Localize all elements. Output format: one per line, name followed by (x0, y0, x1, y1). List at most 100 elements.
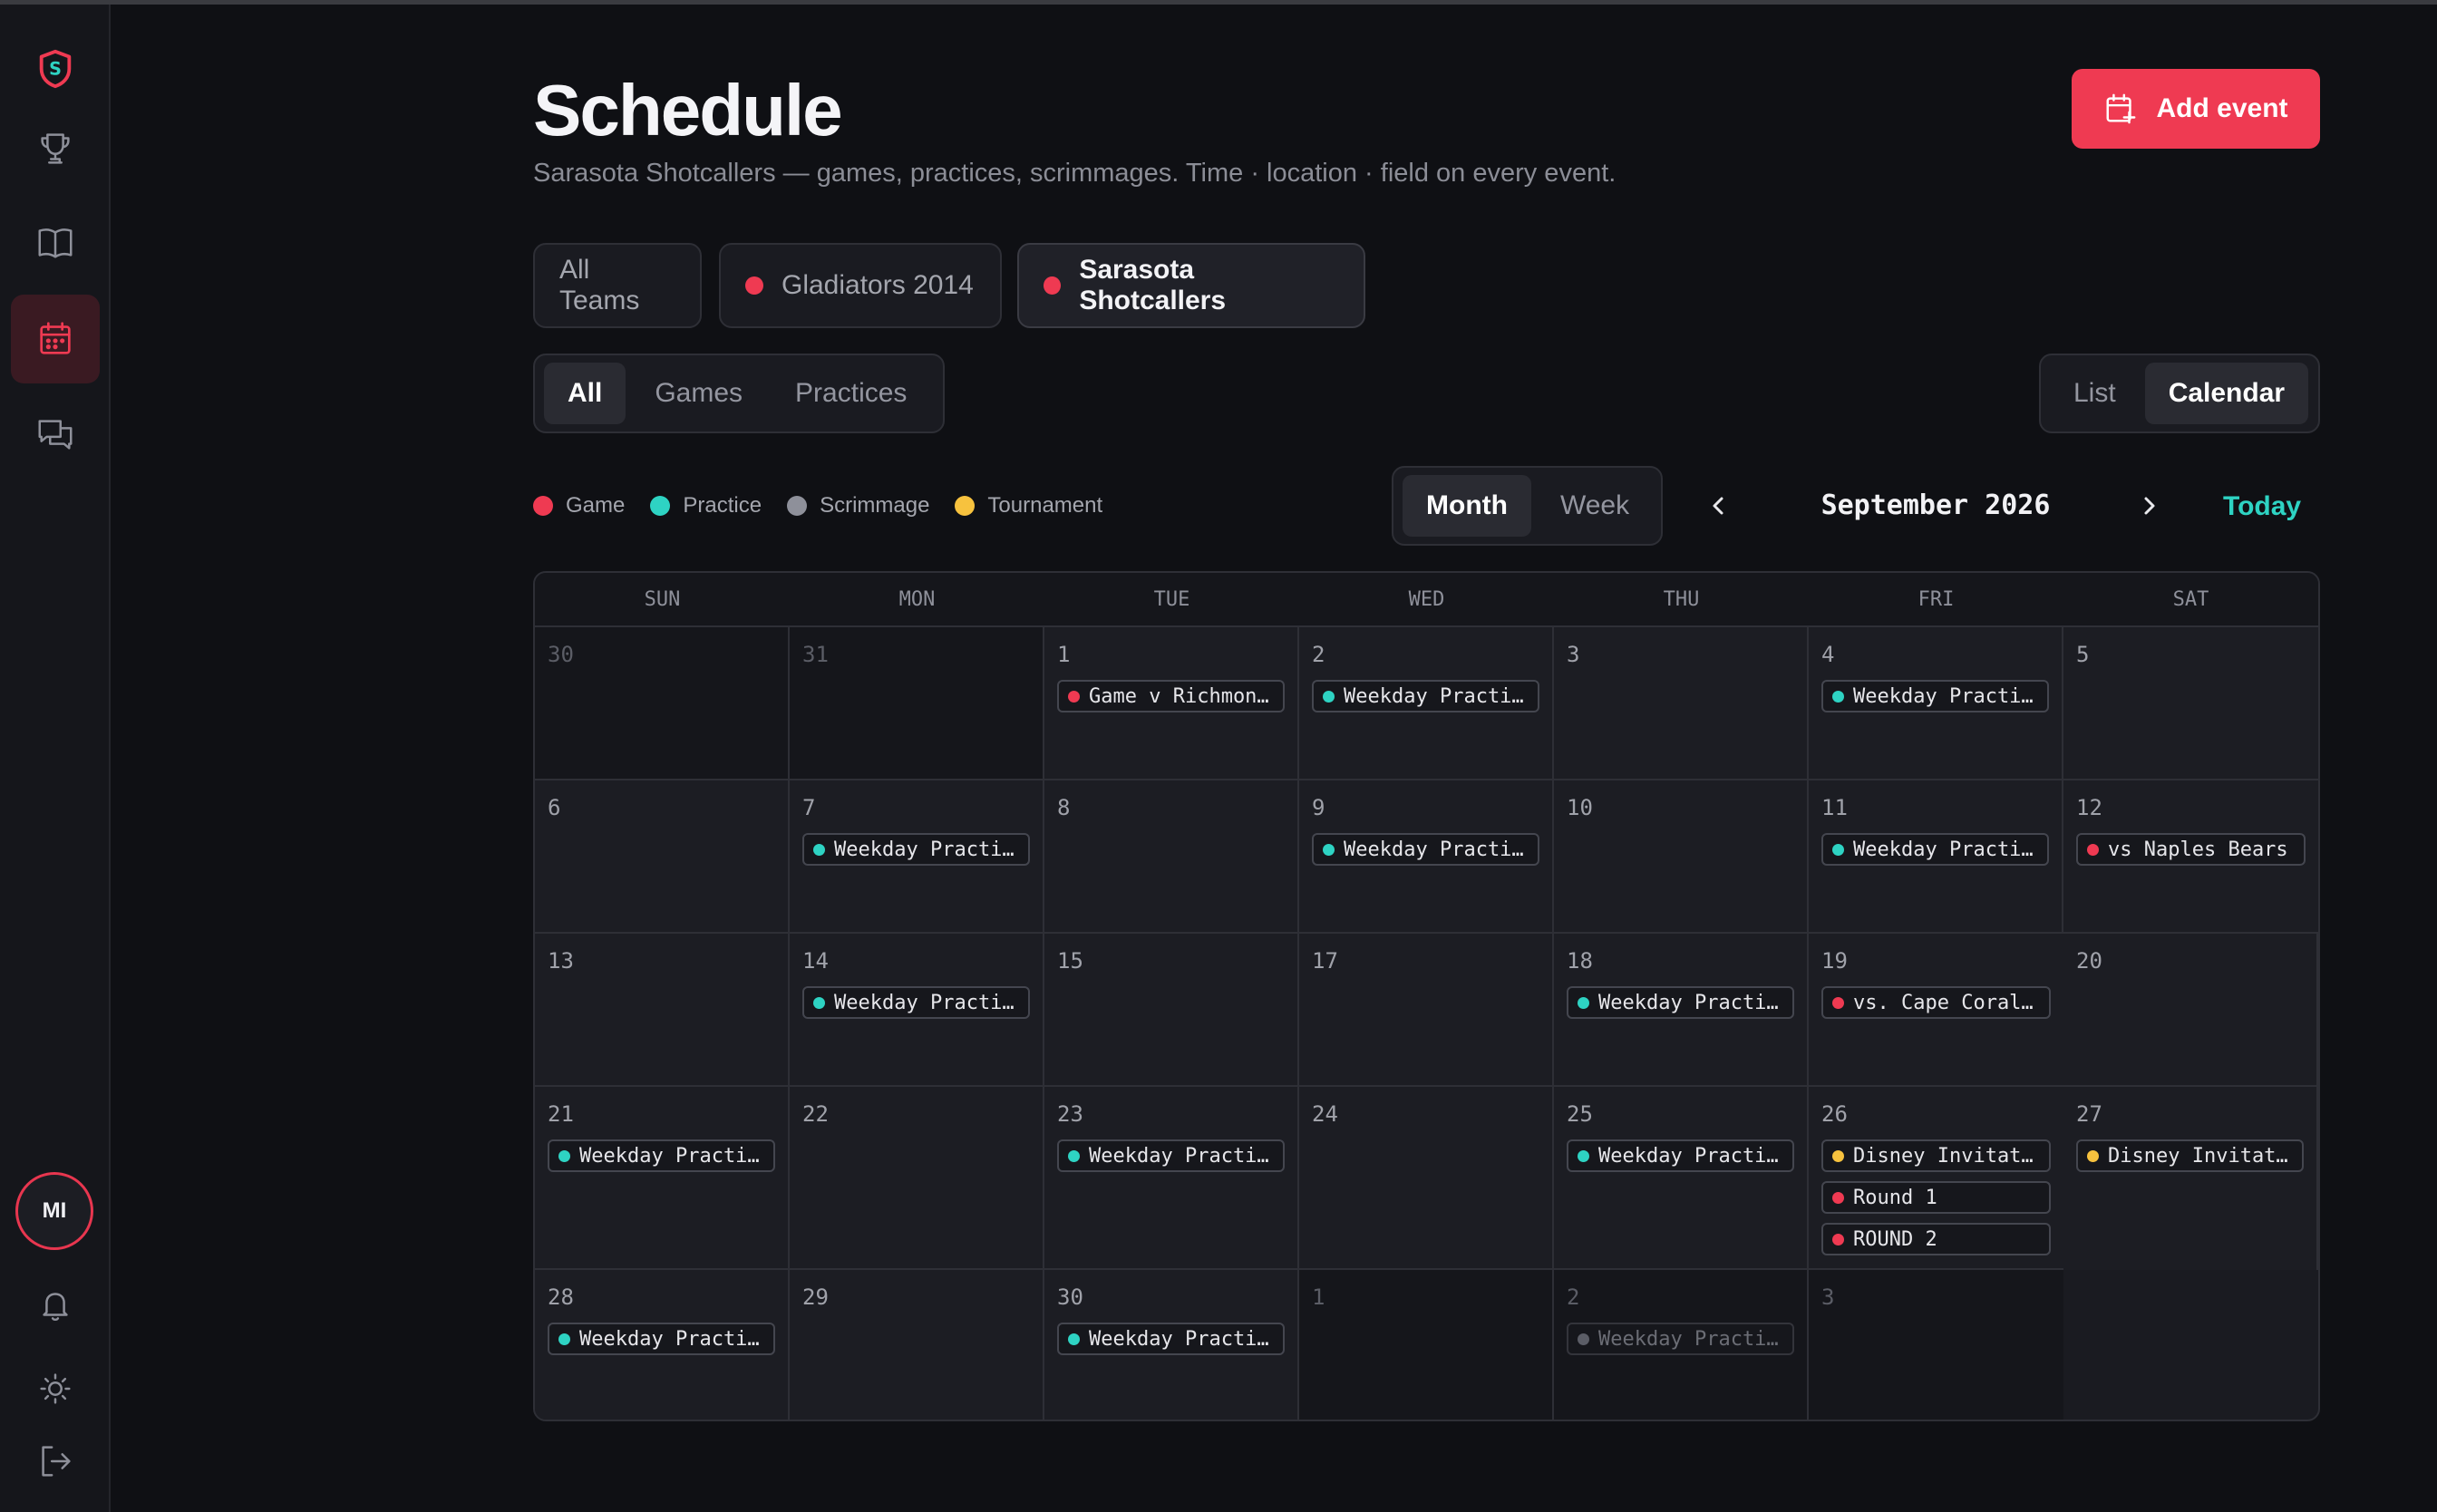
sidebar-item-schedule[interactable] (11, 295, 100, 383)
calendar-day-cell[interactable]: 28 Weekday Practi… (535, 1270, 790, 1420)
calendar-day-cell[interactable]: 25 Weekday Practi… (1554, 1087, 1809, 1270)
calendar-day-cell[interactable]: 6 (535, 780, 790, 934)
day-number: 3 (1567, 642, 1580, 667)
calendar-event[interactable]: Weekday Practi… (1821, 833, 2049, 866)
calendar-event[interactable]: Weekday Practi… (1057, 1139, 1285, 1172)
team-filter-gladiators[interactable]: Gladiators 2014 (719, 243, 1002, 328)
range-month[interactable]: Month (1403, 475, 1531, 537)
calendar-event[interactable]: Weekday Practi… (548, 1139, 775, 1172)
calendar-day-cell[interactable]: 20 (2063, 934, 2318, 1087)
calendar-event[interactable]: Weekday Practi… (1567, 1323, 1794, 1355)
calendar-day-cell[interactable]: 3 (1554, 627, 1809, 780)
calendar-day-cell[interactable]: 12 vs Naples Bears (2063, 780, 2318, 934)
event-title: Weekday Practi… (1089, 1327, 1269, 1351)
calendar-day-cell[interactable]: 31 (790, 627, 1044, 780)
filter-all[interactable]: All (544, 363, 626, 424)
calendar-day-cell[interactable]: 30 (535, 627, 790, 780)
calendar-event[interactable]: Round 1 (1821, 1181, 2051, 1214)
notifications-button[interactable] (11, 1261, 100, 1350)
event-type-dot (1578, 1149, 1589, 1162)
sidebar-item-trophies[interactable] (11, 104, 100, 193)
calendar-day-cell[interactable]: 10 (1554, 780, 1809, 934)
event-type-dot (2087, 1149, 2099, 1162)
calendar-event[interactable]: vs. Cape Coral… (1821, 986, 2051, 1019)
day-number: 11 (1821, 795, 1848, 820)
calendar-day-cell[interactable]: 2 Weekday Practi… (1299, 627, 1554, 780)
calendar-event[interactable]: Weekday Practi… (1567, 986, 1794, 1019)
day-number: 26 (1821, 1101, 1848, 1127)
calendar-day-cell[interactable]: 13 (535, 934, 790, 1087)
view-calendar[interactable]: Calendar (2144, 363, 2309, 424)
calendar-day-cell[interactable]: 30 Weekday Practi… (1044, 1270, 1299, 1420)
calendar-day-cell[interactable]: 19 vs. Cape Coral… (1809, 934, 2063, 1087)
calendar-day-cell[interactable]: 17 (1299, 934, 1554, 1087)
event-type-dot (1832, 1191, 1844, 1204)
calendar-event[interactable]: Disney Invitat… (1821, 1139, 2051, 1172)
day-number: 20 (2076, 948, 2102, 974)
calendar-day-cell[interactable]: 9 Weekday Practi… (1299, 780, 1554, 934)
event-title: Weekday Practi… (1598, 1327, 1779, 1351)
calendar-day-cell[interactable]: 8 (1044, 780, 1299, 934)
calendar-event[interactable]: vs Naples Bears (2076, 833, 2306, 866)
filter-games[interactable]: Games (631, 363, 766, 424)
view-list[interactable]: List (2050, 363, 2140, 424)
calendar-event[interactable]: Weekday Practi… (1057, 1323, 1285, 1355)
weekday-label: TUE (1153, 587, 1190, 611)
day-number: 31 (802, 642, 829, 667)
legend-dot (533, 496, 553, 516)
calendar-day-cell[interactable]: 2 Weekday Practi… (1554, 1270, 1809, 1420)
calendar-day-cell[interactable]: 7 Weekday Practi… (790, 780, 1044, 934)
event-title: Weekday Practi… (1344, 684, 1524, 708)
logout-button[interactable] (11, 1417, 100, 1506)
calendar-event[interactable]: Disney Invitat… (2076, 1139, 2304, 1172)
calendar-day-cell[interactable]: 29 (790, 1270, 1044, 1420)
calendar-event[interactable]: ROUND 2 (1821, 1223, 2051, 1255)
calendar-day-cell[interactable]: 1 (1299, 1270, 1554, 1420)
calendar-day-cell[interactable]: 18 Weekday Practi… (1554, 934, 1809, 1087)
calendar-day-cell[interactable]: 26 Disney Invitat… Round 1 ROUND 2 (1809, 1087, 2063, 1270)
team-filter-all[interactable]: All Teams (533, 243, 702, 328)
team-filter-shotcallers[interactable]: Sarasota Shotcallers (1017, 243, 1365, 328)
weekday-label: WED (1408, 587, 1445, 611)
calendar-day-cell[interactable]: 23 Weekday Practi… (1044, 1087, 1299, 1270)
calendar-event[interactable]: Weekday Practi… (802, 833, 1030, 866)
event-title: vs Naples Bears (2108, 838, 2288, 861)
calendar-day-cell[interactable]: 22 (790, 1087, 1044, 1270)
calendar-event[interactable]: Weekday Practi… (802, 986, 1030, 1019)
calendar-day-cell[interactable]: 5 (2063, 627, 2318, 780)
calendar-day-cell[interactable]: 15 (1044, 934, 1299, 1087)
user-avatar[interactable]: MI (15, 1172, 93, 1250)
filter-practices[interactable]: Practices (772, 363, 930, 424)
event-title: Weekday Practi… (1089, 1144, 1269, 1168)
app-logo[interactable]: S (11, 24, 100, 113)
calendar-event[interactable]: Weekday Practi… (1312, 833, 1539, 866)
legend-dot (650, 496, 671, 516)
calendar-day-cell[interactable]: 3 (1809, 1270, 2063, 1420)
event-title: Game v Richmon… (1089, 684, 1269, 708)
prev-month-button[interactable] (1701, 488, 1737, 524)
calendar-event[interactable]: Weekday Practi… (1312, 680, 1539, 712)
calendar-event[interactable]: Game v Richmon… (1057, 680, 1285, 712)
weekday-label: SAT (2172, 587, 2209, 611)
sidebar-item-messages[interactable] (11, 391, 100, 480)
sidebar-item-playbook[interactable] (11, 199, 100, 287)
event-type-dot (813, 843, 825, 856)
next-month-button[interactable] (2131, 488, 2167, 524)
calendar-day-cell[interactable]: 24 (1299, 1087, 1554, 1270)
calendar-day-cell[interactable]: 1 Game v Richmon… (1044, 627, 1299, 780)
calendar-event[interactable]: Weekday Practi… (1821, 680, 2049, 712)
calendar-event[interactable]: Weekday Practi… (548, 1323, 775, 1355)
event-type-dot (1832, 996, 1844, 1009)
calendar-day-cell[interactable]: 14 Weekday Practi… (790, 934, 1044, 1087)
calendar-day-cell[interactable]: 21 Weekday Practi… (535, 1087, 790, 1270)
today-button[interactable]: Today (2223, 491, 2301, 522)
event-type-legend: Game Practice Scrimmage Tournament (533, 493, 1102, 519)
calendar-day-cell[interactable]: 11 Weekday Practi… (1809, 780, 2063, 934)
event-type-dot (2087, 843, 2099, 856)
calendar-day-cell[interactable]: 4 Weekday Practi… (1809, 627, 2063, 780)
legend-label: Game (566, 493, 626, 518)
range-week[interactable]: Week (1537, 475, 1653, 537)
calendar-event[interactable]: Weekday Practi… (1567, 1139, 1794, 1172)
add-event-button[interactable]: Add event (2072, 69, 2320, 149)
calendar-day-cell[interactable]: 27 Disney Invitat… (2063, 1087, 2318, 1270)
